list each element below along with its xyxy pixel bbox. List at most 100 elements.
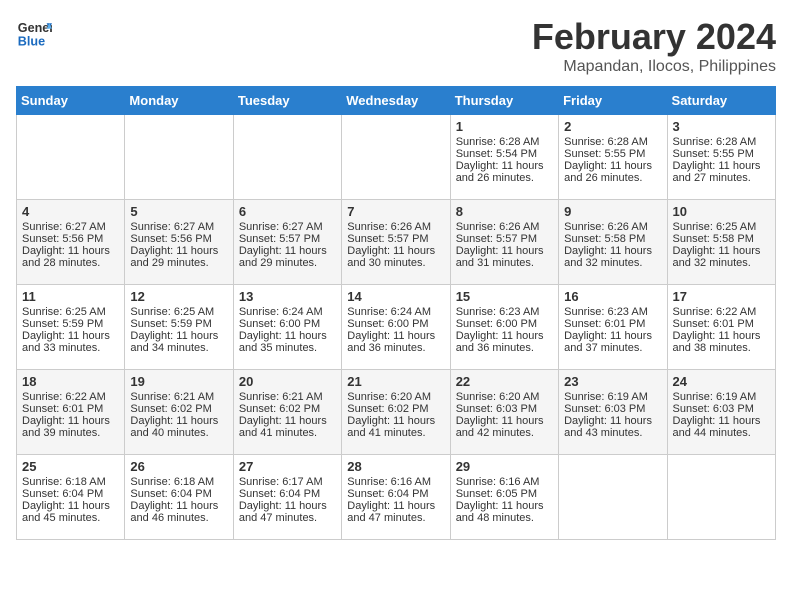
- daylight-text: Daylight: 11 hours and 29 minutes.: [130, 245, 218, 269]
- sunset-text: Sunset: 5:57 PM: [456, 233, 537, 245]
- day-number: 10: [673, 204, 770, 219]
- col-header-tuesday: Tuesday: [233, 87, 341, 115]
- sunrise-text: Sunrise: 6:18 AM: [22, 476, 106, 488]
- sunset-text: Sunset: 6:05 PM: [456, 488, 537, 500]
- day-number: 12: [130, 289, 227, 304]
- sunset-text: Sunset: 6:03 PM: [564, 403, 645, 415]
- sunrise-text: Sunrise: 6:19 AM: [564, 391, 648, 403]
- col-header-friday: Friday: [559, 87, 667, 115]
- calendar-cell: 4 Sunrise: 6:27 AMSunset: 5:56 PMDaylight…: [17, 200, 125, 285]
- sunrise-text: Sunrise: 6:26 AM: [347, 221, 431, 233]
- col-header-sunday: Sunday: [17, 87, 125, 115]
- sunrise-text: Sunrise: 6:25 AM: [673, 221, 757, 233]
- col-header-saturday: Saturday: [667, 87, 775, 115]
- sunrise-text: Sunrise: 6:25 AM: [130, 306, 214, 318]
- daylight-text: Daylight: 11 hours and 35 minutes.: [239, 330, 327, 354]
- day-number: 27: [239, 459, 336, 474]
- day-number: 17: [673, 289, 770, 304]
- calendar-cell: 15Sunrise: 6:23 AMSunset: 6:00 PMDayligh…: [450, 285, 558, 370]
- daylight-text: Daylight: 11 hours and 28 minutes.: [22, 245, 110, 269]
- sunset-text: Sunset: 6:01 PM: [673, 318, 754, 330]
- sunrise-text: Sunrise: 6:24 AM: [347, 306, 431, 318]
- day-number: 18: [22, 374, 119, 389]
- sunset-text: Sunset: 5:56 PM: [22, 233, 103, 245]
- header: General Blue February 2024 Mapandan, Ilo…: [16, 16, 776, 76]
- day-number: 8: [456, 204, 553, 219]
- calendar-cell: 23 Sunrise: 6:19 AMSunset: 6:03 PMDayligh…: [559, 370, 667, 455]
- sunrise-text: Sunrise: 6:20 AM: [347, 391, 431, 403]
- daylight-text: Daylight: 11 hours and 46 minutes.: [130, 500, 218, 524]
- calendar-cell: 28Sunrise: 6:16 AMSunset: 6:04 PMDayligh…: [342, 455, 450, 540]
- sunrise-text: Sunrise: 6:22 AM: [673, 306, 757, 318]
- sunrise-text: Sunrise: 6:28 AM: [673, 136, 757, 148]
- title-area: February 2024 Mapandan, Ilocos, Philippi…: [532, 16, 776, 76]
- calendar-cell: 20Sunrise: 6:21 AMSunset: 6:02 PMDayligh…: [233, 370, 341, 455]
- sunrise-text: Sunrise: 6:28 AM: [456, 136, 540, 148]
- daylight-text: Daylight: 11 hours and 30 minutes.: [347, 245, 435, 269]
- sunrise-text: Sunrise: 6:26 AM: [564, 221, 648, 233]
- sunset-text: Sunset: 6:02 PM: [130, 403, 211, 415]
- sunset-text: Sunset: 5:59 PM: [22, 318, 103, 330]
- sunset-text: Sunset: 6:04 PM: [22, 488, 103, 500]
- sunset-text: Sunset: 5:56 PM: [130, 233, 211, 245]
- svg-text:Blue: Blue: [18, 35, 45, 49]
- calendar-cell: 19Sunrise: 6:21 AMSunset: 6:02 PMDayligh…: [125, 370, 233, 455]
- location-title: Mapandan, Ilocos, Philippines: [532, 58, 776, 76]
- day-number: 4: [22, 204, 119, 219]
- day-number: 28: [347, 459, 444, 474]
- daylight-text: Daylight: 11 hours and 41 minutes.: [347, 415, 435, 439]
- sunrise-text: Sunrise: 6:18 AM: [130, 476, 214, 488]
- sunset-text: Sunset: 5:55 PM: [564, 148, 645, 160]
- col-header-wednesday: Wednesday: [342, 87, 450, 115]
- day-number: 21: [347, 374, 444, 389]
- sunset-text: Sunset: 6:00 PM: [456, 318, 537, 330]
- calendar-week-row: 1Sunrise: 6:28 AMSunset: 5:54 PMDaylight…: [17, 115, 776, 200]
- sunset-text: Sunset: 6:03 PM: [456, 403, 537, 415]
- calendar-cell: [559, 455, 667, 540]
- calendar-cell: 14Sunrise: 6:24 AMSunset: 6:00 PMDayligh…: [342, 285, 450, 370]
- sunset-text: Sunset: 5:57 PM: [347, 233, 428, 245]
- calendar-cell: 9Sunrise: 6:26 AMSunset: 5:58 PMDaylight…: [559, 200, 667, 285]
- daylight-text: Daylight: 11 hours and 32 minutes.: [564, 245, 652, 269]
- daylight-text: Daylight: 11 hours and 31 minutes.: [456, 245, 544, 269]
- daylight-text: Daylight: 11 hours and 27 minutes.: [673, 160, 761, 184]
- calendar-cell: 27Sunrise: 6:17 AMSunset: 6:04 PMDayligh…: [233, 455, 341, 540]
- calendar-cell: 2Sunrise: 6:28 AMSunset: 5:55 PMDaylight…: [559, 115, 667, 200]
- sunset-text: Sunset: 6:04 PM: [347, 488, 428, 500]
- daylight-text: Daylight: 11 hours and 43 minutes.: [564, 415, 652, 439]
- sunrise-text: Sunrise: 6:22 AM: [22, 391, 106, 403]
- day-number: 23: [564, 374, 661, 389]
- col-header-thursday: Thursday: [450, 87, 558, 115]
- daylight-text: Daylight: 11 hours and 26 minutes.: [456, 160, 544, 184]
- calendar-cell: 22Sunrise: 6:20 AMSunset: 6:03 PMDayligh…: [450, 370, 558, 455]
- sunrise-text: Sunrise: 6:27 AM: [22, 221, 106, 233]
- day-number: 3: [673, 119, 770, 134]
- sunset-text: Sunset: 5:58 PM: [673, 233, 754, 245]
- sunrise-text: Sunrise: 6:19 AM: [673, 391, 757, 403]
- day-number: 9: [564, 204, 661, 219]
- calendar-header-row: SundayMondayTuesdayWednesdayThursdayFrid…: [17, 87, 776, 115]
- calendar-cell: 24Sunrise: 6:19 AMSunset: 6:03 PMDayligh…: [667, 370, 775, 455]
- sunrise-text: Sunrise: 6:21 AM: [239, 391, 323, 403]
- daylight-text: Daylight: 11 hours and 37 minutes.: [564, 330, 652, 354]
- sunrise-text: Sunrise: 6:26 AM: [456, 221, 540, 233]
- sunset-text: Sunset: 6:00 PM: [239, 318, 320, 330]
- sunrise-text: Sunrise: 6:27 AM: [130, 221, 214, 233]
- daylight-text: Daylight: 11 hours and 47 minutes.: [239, 500, 327, 524]
- sunrise-text: Sunrise: 6:27 AM: [239, 221, 323, 233]
- day-number: 13: [239, 289, 336, 304]
- sunrise-text: Sunrise: 6:16 AM: [347, 476, 431, 488]
- calendar-cell: 29Sunrise: 6:16 AMSunset: 6:05 PMDayligh…: [450, 455, 558, 540]
- sunset-text: Sunset: 6:02 PM: [347, 403, 428, 415]
- calendar-cell: 26Sunrise: 6:18 AMSunset: 6:04 PMDayligh…: [125, 455, 233, 540]
- calendar-cell: 1Sunrise: 6:28 AMSunset: 5:54 PMDaylight…: [450, 115, 558, 200]
- calendar-cell: 5Sunrise: 6:27 AMSunset: 5:56 PMDaylight…: [125, 200, 233, 285]
- logo-icon: General Blue: [16, 16, 52, 52]
- day-number: 6: [239, 204, 336, 219]
- sunrise-text: Sunrise: 6:21 AM: [130, 391, 214, 403]
- calendar-cell: 12Sunrise: 6:25 AMSunset: 5:59 PMDayligh…: [125, 285, 233, 370]
- sunrise-text: Sunrise: 6:23 AM: [564, 306, 648, 318]
- sunrise-text: Sunrise: 6:25 AM: [22, 306, 106, 318]
- daylight-text: Daylight: 11 hours and 44 minutes.: [673, 415, 761, 439]
- daylight-text: Daylight: 11 hours and 36 minutes.: [347, 330, 435, 354]
